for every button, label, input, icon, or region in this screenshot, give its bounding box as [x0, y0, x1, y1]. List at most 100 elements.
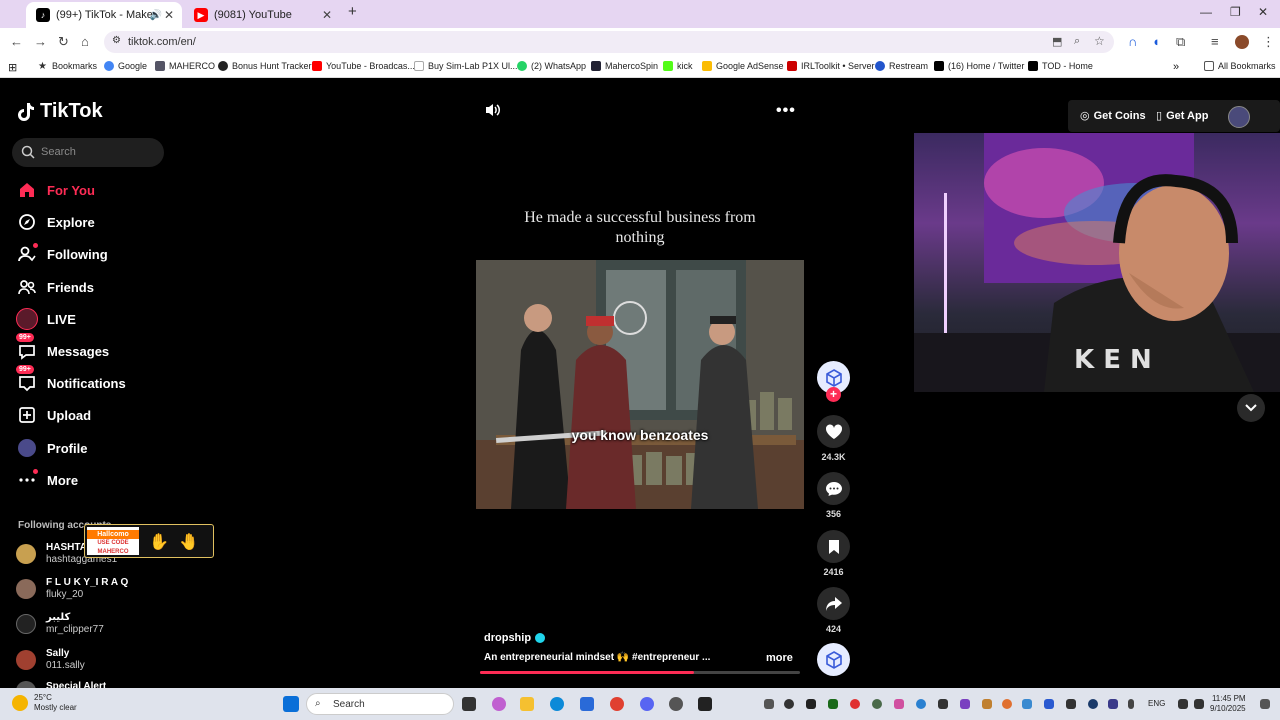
bookmark-star-icon[interactable]: ☆ [1094, 34, 1105, 48]
epic-games-icon[interactable] [698, 697, 712, 711]
following-account[interactable]: كليبر mr_clipper77 [16, 609, 104, 639]
tray-icon[interactable] [850, 699, 860, 709]
task-view-icon[interactable] [462, 697, 476, 711]
share-button[interactable]: 424 [817, 587, 850, 634]
nav-explore[interactable]: Explore [18, 211, 95, 233]
save-button[interactable]: 2416 [817, 530, 850, 577]
forward-icon[interactable]: → [34, 34, 47, 49]
tray-icon[interactable] [894, 699, 904, 709]
avatar[interactable] [1228, 106, 1250, 128]
nav-messages[interactable]: 99+ Messages [16, 333, 109, 362]
tray-icon[interactable] [872, 699, 882, 709]
reload-icon[interactable]: ↻ [58, 34, 69, 50]
volume-icon[interactable] [484, 102, 502, 123]
menu-icon[interactable]: ⋮ [1262, 34, 1275, 50]
apps-icon[interactable]: ⊞ [8, 61, 17, 74]
site-info-icon[interactable]: ⚙ [112, 35, 121, 46]
copilot-icon[interactable] [492, 697, 506, 711]
extensions-puzzle-icon[interactable]: ⧉ [1176, 34, 1185, 50]
language-indicator[interactable]: ENG [1148, 699, 1165, 708]
tab-youtube[interactable]: ▶ (9081) YouTube ✕ [184, 2, 340, 28]
tray-icon[interactable] [960, 699, 970, 709]
extension-icon[interactable]: ∩ [1128, 34, 1137, 49]
bookmark-item[interactable]: (2) WhatsApp [517, 61, 586, 71]
bookmark-item[interactable]: YouTube - Broadcas... [312, 61, 415, 71]
notification-bell-icon[interactable] [1260, 699, 1270, 709]
like-button[interactable]: 24.3K [817, 415, 850, 462]
windows-start-icon[interactable] [283, 696, 299, 712]
tiktok-logo[interactable]: TikTok [18, 100, 103, 123]
tray-icon[interactable] [916, 699, 926, 709]
media-control-icon[interactable]: ≡ [1211, 34, 1219, 49]
tray-icon[interactable] [1022, 699, 1032, 709]
nav-live[interactable]: LIVE [16, 308, 76, 330]
file-explorer-icon[interactable] [520, 697, 534, 711]
home-browser-icon[interactable]: ⌂ [81, 34, 89, 49]
bookmark-item[interactable]: MahercoSpin [591, 61, 658, 71]
nav-more[interactable]: More [18, 469, 78, 491]
following-account[interactable]: F L U K Y_I R A Qfluky_20 [16, 574, 128, 604]
tray-icon[interactable] [1066, 699, 1076, 709]
tab-tiktok[interactable]: ♪ (99+) TikTok - Make Your Da 🔊 ✕ [26, 2, 182, 28]
following-account[interactable]: Sally 011.sally [16, 645, 85, 675]
close-tab-icon[interactable]: ✕ [164, 8, 174, 22]
tray-icon[interactable] [1002, 699, 1012, 709]
comment-button[interactable]: 356 [817, 472, 850, 519]
edge-icon[interactable] [550, 697, 564, 711]
nav-notifications[interactable]: 99+ Notifications [16, 365, 126, 394]
install-icon[interactable]: ⬒ [1052, 35, 1062, 48]
bookmark-item[interactable]: (16) Home / Twitter [934, 61, 1024, 71]
nav-friends[interactable]: Friends [18, 276, 94, 298]
scroll-down-button[interactable] [1237, 394, 1265, 422]
more-bookmarks-icon[interactable]: » [1173, 61, 1179, 73]
zoom-icon[interactable]: ⌕ [1074, 35, 1080, 48]
store-icon[interactable] [580, 697, 594, 711]
nav-upload[interactable]: Upload [18, 404, 91, 426]
steam-icon[interactable] [1088, 699, 1098, 709]
avatar[interactable] [1235, 35, 1249, 49]
microphone-icon[interactable] [1128, 699, 1134, 709]
speaker-icon[interactable]: 🔊 [150, 10, 162, 21]
bookmark-item[interactable]: Buy Sim-Lab P1X Ul... [414, 61, 518, 71]
video-username[interactable]: dropship [484, 632, 546, 644]
video-progress-bar[interactable] [480, 671, 800, 674]
bookmark-item[interactable]: kick [663, 61, 693, 71]
bookmark-item[interactable]: Bonus Hunt Tracker [218, 61, 312, 71]
get-coins-button[interactable]: ◎ Get Coins [1080, 109, 1146, 123]
network-icon[interactable] [1178, 699, 1188, 709]
tray-icon[interactable] [1108, 699, 1118, 709]
extension-icon[interactable]: ◖ [1152, 34, 1160, 49]
tray-icon[interactable] [982, 699, 992, 709]
bookmark-item[interactable]: TOD - Home [1028, 61, 1093, 71]
new-tab-button[interactable]: + [348, 3, 357, 20]
bookmark-item[interactable]: MAHERCO [155, 61, 215, 71]
tray-icon[interactable] [1044, 699, 1054, 709]
minimize-icon[interactable]: — [1200, 5, 1212, 19]
settings-icon[interactable] [669, 697, 683, 711]
tray-icon[interactable] [784, 699, 794, 709]
search-input[interactable]: Search [12, 138, 164, 167]
get-app-button[interactable]: ▯ Get App [1156, 109, 1208, 123]
taskbar-search[interactable]: ⌕ Search [306, 693, 454, 715]
bookmark-item[interactable]: Restream [875, 61, 928, 71]
weather-widget[interactable]: 25°C Mostly clear [12, 693, 77, 713]
tray-icon[interactable] [938, 699, 948, 709]
bookmark-item[interactable]: Google [104, 61, 147, 71]
all-bookmarks-button[interactable]: All Bookmarks [1204, 61, 1276, 71]
tray-icon[interactable] [764, 699, 774, 709]
chrome-icon[interactable] [610, 697, 624, 711]
music-disc[interactable] [817, 643, 850, 676]
back-icon[interactable]: ← [10, 34, 23, 49]
system-clock[interactable]: 11:45 PM 9/10/2025 [1210, 694, 1246, 714]
volume-tray-icon[interactable] [1194, 699, 1204, 709]
bookmark-item[interactable]: Google AdSense [702, 61, 784, 71]
video-options-icon[interactable]: ••• [776, 102, 796, 120]
more-button[interactable]: more [766, 652, 793, 664]
nav-for-you[interactable]: For You [18, 179, 95, 201]
bookmark-item[interactable]: ★ Bookmarks [38, 61, 97, 72]
nav-following[interactable]: Following [18, 243, 108, 265]
tray-icon[interactable] [806, 699, 816, 709]
follow-plus-button[interactable]: + [826, 387, 841, 402]
close-tab-icon[interactable]: ✕ [322, 8, 332, 22]
tray-icon[interactable] [828, 699, 838, 709]
